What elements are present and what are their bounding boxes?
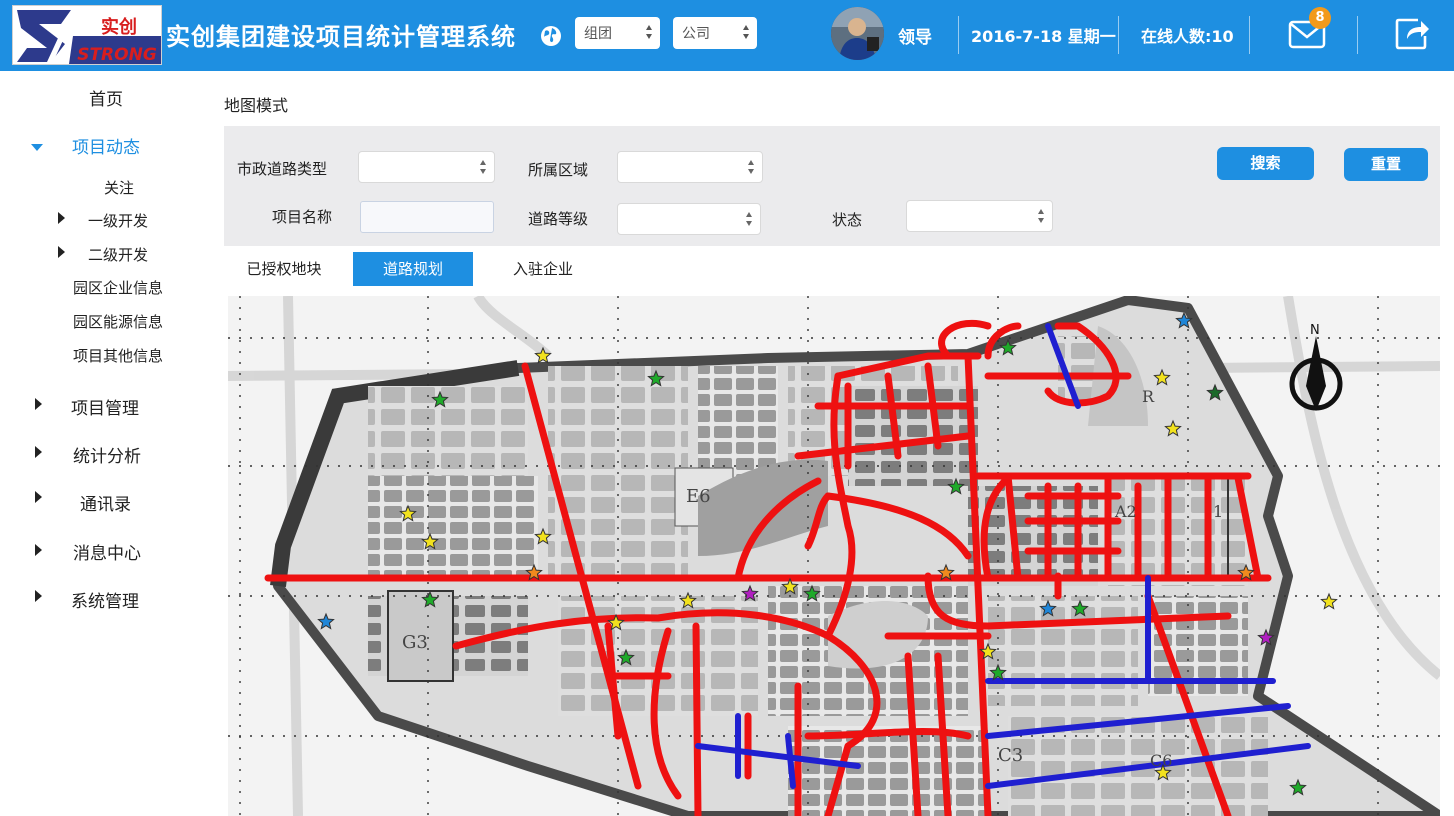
chevron-right-icon[interactable] bbox=[35, 446, 42, 458]
select-arrows-icon bbox=[1038, 209, 1044, 223]
map-label-e6: E6 bbox=[686, 486, 711, 507]
page-title: 地图模式 bbox=[224, 96, 289, 115]
search-button[interactable]: 搜索 bbox=[1217, 147, 1314, 180]
reset-button[interactable]: 重置 bbox=[1344, 148, 1428, 181]
road-type-select[interactable] bbox=[358, 151, 495, 183]
sidebar-item-home[interactable]: 首页 bbox=[89, 85, 123, 110]
sidebar-item-system[interactable]: 系统管理 bbox=[71, 587, 139, 612]
sidebar-item-project-dynamics[interactable]: 项目动态 bbox=[72, 133, 140, 158]
status-label: 状态 bbox=[832, 211, 863, 229]
select-arrows-icon bbox=[748, 160, 754, 174]
top-header: 实创 STRONG 实创集团建设项目统计管理系统 组团 公司 领导 2016-7… bbox=[0, 0, 1454, 71]
region-label: 所属区域 bbox=[528, 161, 589, 179]
select-arrows-icon bbox=[746, 212, 752, 226]
sidebar-item-messages[interactable]: 消息中心 bbox=[73, 539, 141, 564]
svg-text:N: N bbox=[1310, 323, 1320, 338]
chevron-right-icon[interactable] bbox=[58, 246, 65, 258]
user-name[interactable]: 领导 bbox=[898, 23, 932, 48]
region-select[interactable] bbox=[617, 151, 763, 183]
sidebar-item-park-energy[interactable]: 园区能源信息 bbox=[73, 311, 163, 332]
sidebar-item-stats[interactable]: 统计分析 bbox=[73, 442, 141, 467]
tab-enterprises[interactable]: 入驻企业 bbox=[483, 252, 603, 286]
project-name-label: 项目名称 bbox=[272, 208, 333, 226]
current-date: 2016-7-18 星期一 bbox=[971, 27, 1116, 46]
logo-en-text: STRONG bbox=[77, 45, 157, 65]
road-level-label: 道路等级 bbox=[528, 210, 589, 228]
select-arrows-icon bbox=[646, 25, 652, 39]
sidebar-item-level2[interactable]: 二级开发 bbox=[88, 244, 148, 265]
map-label-g3: G3 bbox=[402, 632, 428, 653]
sidebar-item-focus[interactable]: 关注 bbox=[104, 177, 134, 198]
filter-panel: 市政道路类型 所属区域 项目名称 道路等级 状态 搜索 重置 bbox=[224, 126, 1440, 246]
group-select-value: 组团 bbox=[584, 26, 612, 42]
select-arrows-icon bbox=[480, 160, 486, 174]
sidebar-item-park-enterprise[interactable]: 园区企业信息 bbox=[73, 277, 163, 298]
chevron-right-icon[interactable] bbox=[35, 590, 42, 602]
mail-count-badge: 8 bbox=[1309, 7, 1331, 29]
sidebar-item-contacts[interactable]: 通讯录 bbox=[80, 490, 131, 515]
chevron-right-icon[interactable] bbox=[58, 212, 65, 224]
avatar[interactable] bbox=[831, 7, 884, 60]
header-divider bbox=[1249, 16, 1250, 54]
header-divider bbox=[1118, 16, 1119, 54]
road-planning-map[interactable]: E6 A2 1 G3 C3 C6 R N bbox=[228, 296, 1440, 816]
globe-icon[interactable] bbox=[540, 25, 562, 47]
sidebar-item-level1[interactable]: 一级开发 bbox=[88, 210, 148, 231]
logout-icon[interactable] bbox=[1394, 16, 1430, 50]
map-label-c3: C3 bbox=[998, 745, 1023, 766]
tab-road-planning[interactable]: 道路规划 bbox=[353, 252, 473, 286]
sidebar-item-project-other[interactable]: 项目其他信息 bbox=[73, 345, 163, 366]
main-content: 地图模式 市政道路类型 所属区域 项目名称 道路等级 状态 搜索 重置 已授权地… bbox=[212, 71, 1454, 816]
company-select[interactable]: 公司 bbox=[673, 17, 757, 49]
chevron-right-icon[interactable] bbox=[35, 544, 42, 556]
company-logo: 实创 STRONG bbox=[12, 5, 162, 65]
online-count: 在线人数:10 bbox=[1141, 27, 1234, 46]
sidebar-item-project-mgmt[interactable]: 项目管理 bbox=[71, 394, 139, 419]
road-level-select[interactable] bbox=[617, 203, 761, 235]
project-name-input[interactable] bbox=[360, 201, 494, 233]
app-title: 实创集团建设项目统计管理系统 bbox=[166, 23, 516, 51]
header-divider bbox=[1357, 16, 1358, 54]
sidebar: 首页 项目动态 关注 一级开发 二级开发 园区企业信息 园区能源信息 项目其他信… bbox=[0, 71, 212, 816]
map-label-c6: C6 bbox=[1150, 751, 1172, 770]
tab-authorized-plots[interactable]: 已授权地块 bbox=[224, 252, 344, 286]
chevron-down-icon[interactable] bbox=[31, 144, 43, 151]
map-tabs: 已授权地块 道路规划 入驻企业 bbox=[224, 252, 1440, 290]
chevron-right-icon[interactable] bbox=[35, 398, 42, 410]
select-arrows-icon bbox=[743, 25, 749, 39]
map-label-1: 1 bbox=[1213, 502, 1223, 521]
logo-cn-text: 实创 bbox=[101, 16, 137, 38]
company-select-value: 公司 bbox=[682, 26, 710, 42]
chevron-right-icon[interactable] bbox=[35, 491, 42, 503]
map-label-r: R bbox=[1142, 387, 1155, 406]
road-type-label: 市政道路类型 bbox=[237, 160, 328, 178]
group-select[interactable]: 组团 bbox=[575, 17, 660, 49]
status-select[interactable] bbox=[906, 200, 1053, 232]
map-label-a2: A2 bbox=[1114, 502, 1137, 521]
header-divider bbox=[958, 16, 959, 54]
